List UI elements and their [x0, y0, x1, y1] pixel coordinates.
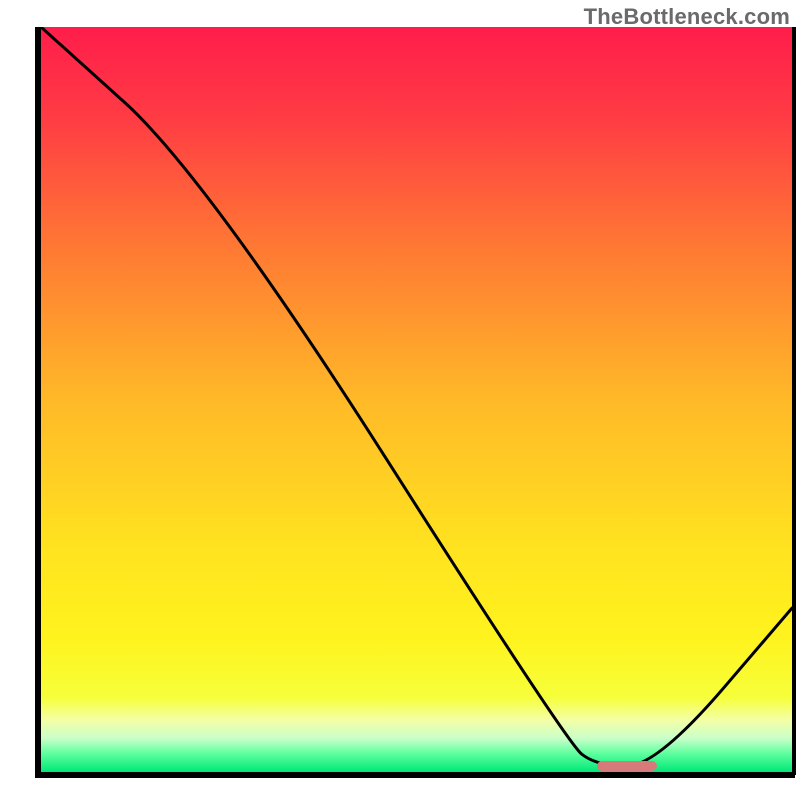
x-axis	[35, 772, 795, 778]
chart-frame: TheBottleneck.com	[0, 0, 800, 800]
bottleneck-curve	[41, 27, 792, 772]
plot-area	[41, 27, 792, 772]
optimal-marker	[597, 761, 657, 771]
right-border	[792, 27, 796, 775]
